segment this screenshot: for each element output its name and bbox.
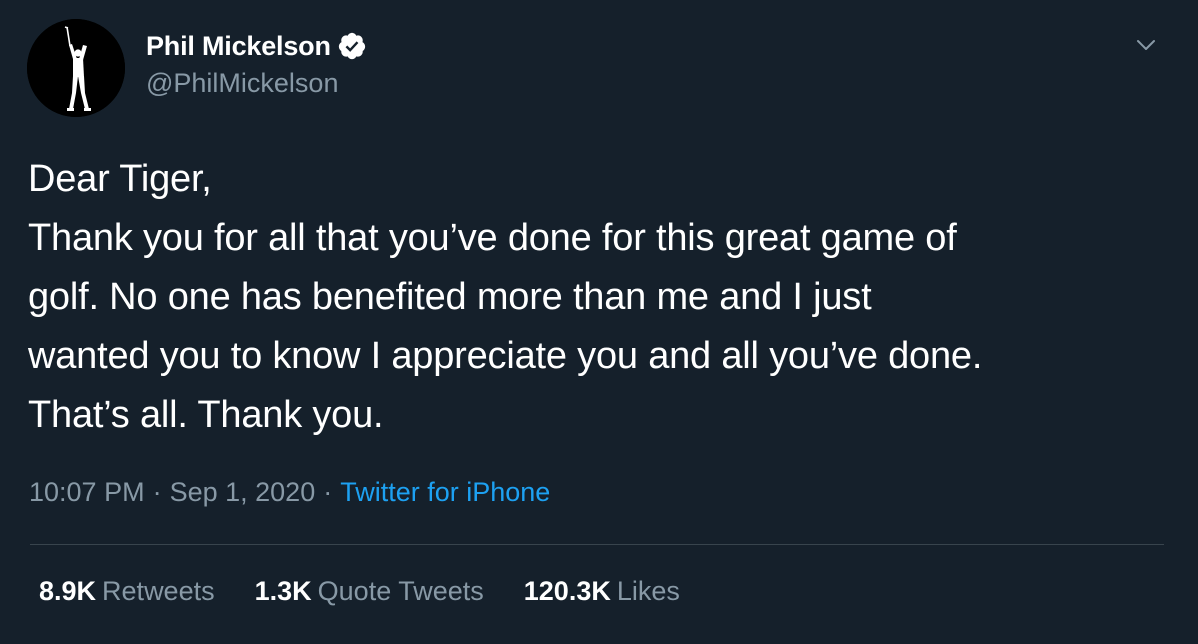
verified-badge-icon (337, 31, 367, 61)
golfer-silhouette-icon (27, 19, 125, 117)
retweets-stat[interactable]: 8.9K Retweets (39, 576, 215, 607)
quote-tweets-label: Quote Tweets (317, 576, 484, 606)
author-name-row[interactable]: Phil Mickelson (146, 28, 367, 64)
tweet-text: Dear Tiger, Thank you for all that you’v… (28, 150, 1178, 445)
author-handle[interactable]: @PhilMickelson (146, 68, 338, 99)
author-display-name[interactable]: Phil Mickelson (146, 31, 331, 62)
tweet-text-line: Dear Tiger, (28, 158, 212, 200)
likes-label: Likes (616, 576, 680, 606)
quote-tweets-count: 1.3K (254, 576, 312, 606)
tweet-text-line: Thank you for all that you’ve done for t… (28, 217, 957, 259)
divider (30, 544, 1164, 545)
tweet-card: Phil Mickelson @PhilMickelson Dear Tiger… (0, 0, 1198, 644)
likes-stat[interactable]: 120.3K Likes (524, 576, 680, 607)
tweet-source-link[interactable]: Twitter for iPhone (340, 477, 550, 507)
tweet-date[interactable]: Sep 1, 2020 (170, 477, 316, 507)
likes-count: 120.3K (523, 576, 611, 606)
tweet-text-line: golf. No one has benefited more than me … (28, 276, 872, 318)
meta-separator: · (152, 477, 162, 507)
avatar[interactable] (27, 19, 125, 117)
chevron-down-icon[interactable] (1131, 30, 1161, 60)
tweet-text-line: wanted you to know I appreciate you and … (28, 335, 983, 377)
tweet-text-line: That’s all. Thank you. (28, 394, 384, 436)
quote-tweets-stat[interactable]: 1.3K Quote Tweets (255, 576, 484, 607)
tweet-time[interactable]: 10:07 PM (29, 477, 145, 507)
retweets-count: 8.9K (39, 576, 97, 606)
retweets-label: Retweets (102, 576, 215, 606)
tweet-stats: 8.9K Retweets 1.3K Quote Tweets 120.3K Like… (39, 576, 720, 607)
meta-separator: · (323, 477, 333, 507)
tweet-meta: 10:07 PM · Sep 1, 2020 · Twitter for iPhone (29, 477, 550, 508)
